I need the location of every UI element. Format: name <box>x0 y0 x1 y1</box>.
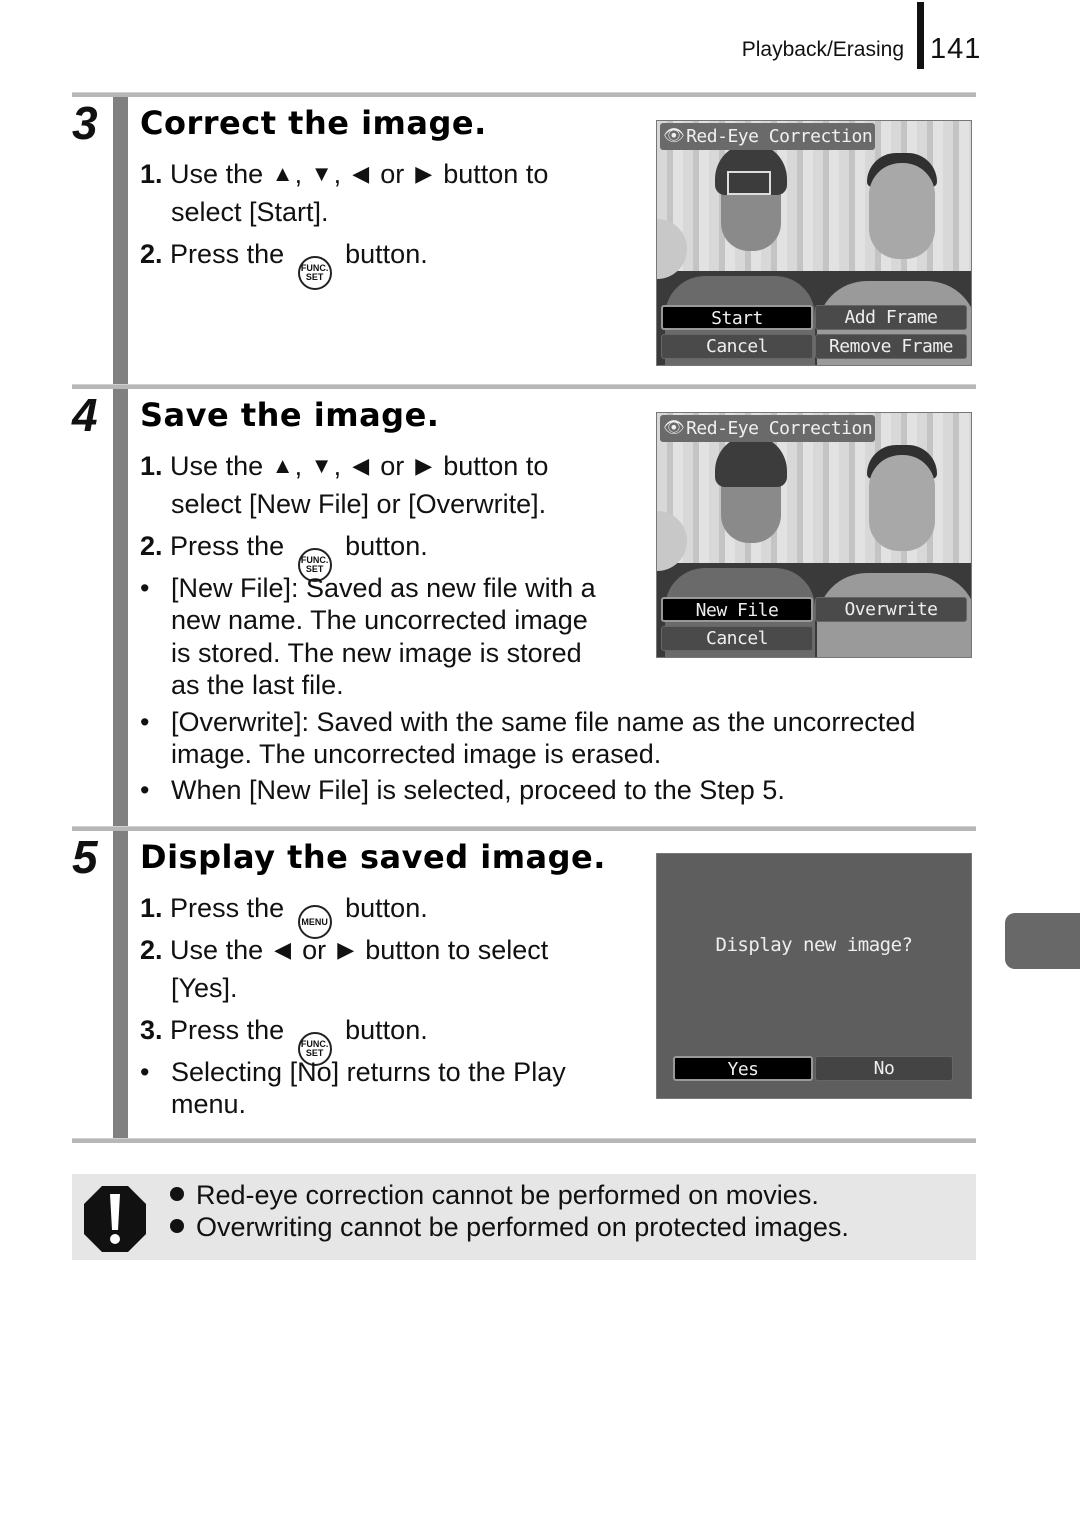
right-arrow-icon: ▶ <box>337 937 355 962</box>
chapter-tab <box>1005 913 1080 969</box>
func-set-button-icon: FUNC. SET <box>297 256 332 290</box>
instruction-1-continued: select [Start]. <box>171 197 329 227</box>
add-frame-button[interactable]: Add Frame <box>815 305 967 330</box>
step-title: Correct the image. <box>140 104 487 142</box>
step-bar <box>113 389 128 826</box>
remove-frame-button[interactable]: Remove Frame <box>815 334 967 359</box>
new-file-button[interactable]: New File <box>661 597 813 622</box>
left-arrow-icon: ◀ <box>352 453 370 478</box>
right-arrow-icon: ▶ <box>415 453 433 478</box>
instruction-2: 2. Use the ◀ or ▶ button to select <box>140 935 549 965</box>
overwrite-button[interactable]: Overwrite <box>815 597 967 622</box>
down-arrow-icon: ▼ <box>310 453 333 478</box>
caution-item: Overwriting cannot be performed on prote… <box>170 1212 849 1243</box>
step-bar <box>113 97 128 384</box>
instruction-2: 2. Press the FUNC. SET button. <box>140 238 428 290</box>
bullet-dot <box>170 1219 184 1233</box>
screen-title: 👁 Red-Eye Correction <box>660 123 876 150</box>
down-arrow-icon: ▼ <box>310 161 333 186</box>
header-divider <box>917 2 924 69</box>
step-number: 5 <box>72 831 98 883</box>
step-number: 3 <box>72 97 98 149</box>
left-arrow-icon: ◀ <box>352 161 370 186</box>
step-title: Save the image. <box>140 396 440 434</box>
instruction-1-continued: select [New File] or [Overwrite]. <box>171 489 547 519</box>
section-title: Playback/Erasing <box>741 38 904 61</box>
caution-box: Red-eye correction cannot be performed o… <box>72 1174 976 1260</box>
instruction-1: 1. Use the ▲, ▼, ◀ or ▶ button to <box>140 451 549 481</box>
camera-screen-display-dialog: Display new image? Yes No <box>656 853 972 1099</box>
instruction-2-continued: [Yes]. <box>171 973 238 1003</box>
camera-screen-red-eye-save: 👁 Red-Eye Correction New File Overwrite … <box>656 412 972 658</box>
step-number: 4 <box>72 389 98 441</box>
right-arrow-icon: ▶ <box>415 161 433 186</box>
cancel-button[interactable]: Cancel <box>661 334 813 359</box>
no-button[interactable]: No <box>815 1056 953 1081</box>
page-number: 141 <box>930 33 982 65</box>
instruction-1: 1. Press the MENU button. <box>140 892 428 939</box>
instruction-1: 1. Use the ▲, ▼, ◀ or ▶ button to <box>140 159 549 189</box>
cancel-button[interactable]: Cancel <box>661 626 813 651</box>
up-arrow-icon: ▲ <box>271 453 294 478</box>
screen-title: 👁 Red-Eye Correction <box>660 415 876 442</box>
dialog-message: Display new image? <box>715 934 913 956</box>
step-title: Display the saved image. <box>140 838 606 876</box>
yes-button[interactable]: Yes <box>673 1056 813 1081</box>
bullet-dot <box>170 1187 184 1201</box>
start-button[interactable]: Start <box>661 305 813 330</box>
left-arrow-icon: ◀ <box>274 937 292 962</box>
red-eye-icon: 👁 <box>663 418 685 438</box>
caution-item: Red-eye correction cannot be performed o… <box>170 1180 819 1211</box>
section-rule <box>72 384 976 389</box>
red-eye-icon: 👁 <box>663 126 685 146</box>
caution-icon <box>84 1186 146 1252</box>
correction-frame <box>727 171 771 195</box>
step-bar <box>113 831 128 1138</box>
up-arrow-icon: ▲ <box>271 161 294 186</box>
section-rule <box>72 826 976 831</box>
section-rule <box>72 1138 976 1143</box>
camera-screen-red-eye-start: 👁 Red-Eye Correction Start Add Frame Can… <box>656 120 972 366</box>
section-rule <box>72 92 976 97</box>
